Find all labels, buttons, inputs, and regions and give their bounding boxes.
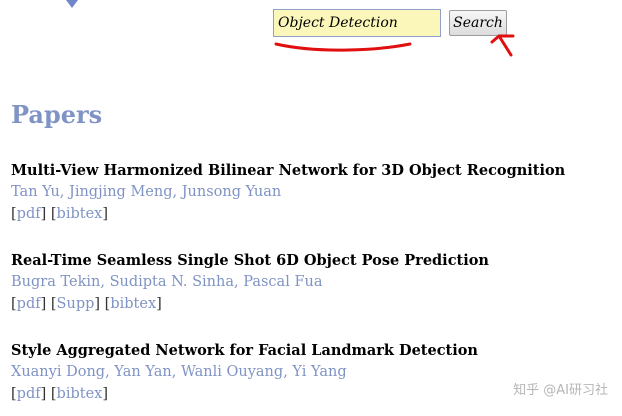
author-link[interactable]: Yan Yan — [114, 364, 171, 380]
paper-authors: Tan Yu, Jingjing Meng, Junsong Yuan — [11, 184, 282, 200]
author-link[interactable]: Junsong Yuan — [182, 184, 282, 200]
pdf-link[interactable]: pdf — [17, 386, 41, 402]
supp-link[interactable]: Supp — [57, 296, 95, 312]
search-button[interactable]: Search — [449, 10, 507, 36]
author-link[interactable]: Wanli Ouyang — [181, 364, 283, 380]
underline-annotation — [274, 42, 412, 52]
bibtex-link[interactable]: bibtex — [110, 296, 156, 312]
paper-title[interactable]: Multi-View Harmonized Bilinear Network f… — [11, 161, 565, 181]
bibtex-link[interactable]: bibtex — [57, 206, 103, 222]
author-link[interactable]: Sudipta N. Sinha — [110, 274, 234, 290]
author-link[interactable]: Tan Yu — [11, 184, 60, 200]
pdf-link[interactable]: pdf — [17, 206, 41, 222]
paper-title[interactable]: Style Aggregated Network for Facial Land… — [11, 341, 478, 361]
bibtex-link[interactable]: bibtex — [57, 386, 103, 402]
arrow-annotation — [490, 34, 515, 57]
author-link[interactable]: Jingjing Meng — [69, 184, 172, 200]
paper-item: Style Aggregated Network for Facial Land… — [11, 341, 478, 405]
author-link[interactable]: Bugra Tekin — [11, 274, 100, 290]
paper-authors: Xuanyi Dong, Yan Yan, Wanli Ouyang, Yi Y… — [11, 364, 347, 380]
paper-links: [pdf] [bibtex] — [11, 206, 109, 222]
paper-item: Multi-View Harmonized Bilinear Network f… — [11, 161, 565, 225]
paper-title[interactable]: Real-Time Seamless Single Shot 6D Object… — [11, 251, 489, 271]
watermark: 知乎 @AI研习社 — [513, 383, 608, 398]
paper-authors: Bugra Tekin, Sudipta N. Sinha, Pascal Fu… — [11, 274, 323, 290]
author-link[interactable]: Xuanyi Dong — [11, 364, 105, 380]
paper-links: [pdf] [bibtex] — [11, 386, 109, 402]
paper-item: Real-Time Seamless Single Shot 6D Object… — [11, 251, 489, 315]
pdf-link[interactable]: pdf — [17, 296, 41, 312]
section-title: Papers — [11, 100, 103, 129]
dropdown-arrow-icon — [66, 0, 78, 8]
author-link[interactable]: Pascal Fua — [243, 274, 322, 290]
author-link[interactable]: Yi Yang — [292, 364, 346, 380]
search-input[interactable] — [273, 9, 441, 37]
paper-links: [pdf] [Supp] [bibtex] — [11, 296, 162, 312]
